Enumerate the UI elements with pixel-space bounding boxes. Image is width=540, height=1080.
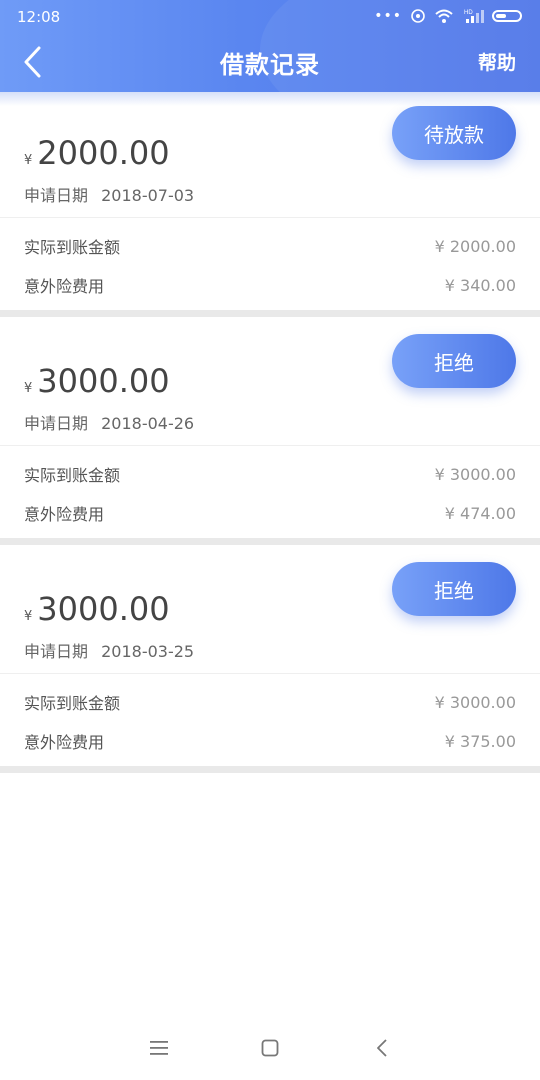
loan-record-card[interactable]: ¥ 3000.00 拒绝 申请日期 2018-03-25 实际到账金额 ¥ 30… (0, 562, 540, 790)
apply-date-row: 申请日期 2018-03-25 (24, 638, 194, 662)
loan-amount-row: ¥ 2000.00 (24, 134, 170, 172)
home-button[interactable] (250, 1032, 290, 1064)
loan-amount: 3000.00 (37, 362, 170, 400)
received-amount-value: ¥ 2000.00 (434, 236, 516, 256)
help-button[interactable]: 帮助 (478, 48, 516, 75)
insurance-fee-label: 意外险费用 (24, 733, 105, 752)
loan-amount: 2000.00 (37, 134, 170, 172)
card-separator (0, 766, 540, 773)
signal-icon: HD (462, 8, 484, 24)
insurance-fee-value: ¥ 375.00 (444, 731, 516, 751)
loan-record-card[interactable]: ¥ 2000.00 待放款 申请日期 2018-07-03 实际到账金额 ¥ 2… (0, 106, 540, 334)
battery-icon (492, 10, 522, 22)
home-square-icon (261, 1039, 279, 1057)
currency-symbol: ¥ (24, 153, 33, 168)
insurance-fee-row: 意外险费用 ¥ 474.00 (24, 501, 516, 525)
card-separator (0, 310, 540, 317)
loan-status-button[interactable]: 拒绝 (392, 334, 516, 388)
insurance-fee-label: 意外险费用 (24, 277, 105, 296)
nav-bar: 借款记录 帮助 (0, 34, 540, 92)
app-header: 12:08 ••• HD 借款记录 帮助 (0, 0, 540, 92)
insurance-fee-value: ¥ 340.00 (444, 275, 516, 295)
loan-amount-row: ¥ 3000.00 (24, 362, 170, 400)
apply-date-label: 申请日期 (24, 642, 89, 661)
status-bar: 12:08 ••• HD (0, 0, 540, 34)
loan-amount-row: ¥ 3000.00 (24, 590, 170, 628)
received-amount-value: ¥ 3000.00 (434, 464, 516, 484)
wifi-icon (434, 8, 454, 24)
system-nav-bar (0, 1020, 540, 1076)
card-divider (0, 217, 540, 218)
insurance-fee-value: ¥ 474.00 (444, 503, 516, 523)
header-shadow (0, 92, 540, 106)
received-amount-label: 实际到账金额 (24, 238, 121, 257)
dots-icon: ••• (374, 8, 402, 24)
card-divider (0, 445, 540, 446)
status-time: 12:08 (17, 8, 61, 26)
currency-symbol: ¥ (24, 381, 33, 396)
back-arrow-icon (377, 1039, 387, 1057)
loan-amount: 3000.00 (37, 590, 170, 628)
received-amount-row: 实际到账金额 ¥ 2000.00 (24, 234, 516, 258)
menu-icon (150, 1041, 168, 1055)
system-back-button[interactable] (362, 1032, 402, 1064)
card-separator (0, 538, 540, 545)
received-amount-label: 实际到账金额 (24, 694, 121, 713)
apply-date-value: 2018-04-26 (101, 414, 195, 433)
page-title: 借款记录 (220, 51, 320, 79)
insurance-fee-row: 意外险费用 ¥ 375.00 (24, 729, 516, 753)
apply-date-value: 2018-07-03 (101, 186, 195, 205)
apply-date-label: 申请日期 (24, 414, 89, 433)
currency-symbol: ¥ (24, 609, 33, 624)
received-amount-value: ¥ 3000.00 (434, 692, 516, 712)
apply-date-row: 申请日期 2018-04-26 (24, 410, 194, 434)
loan-status-button[interactable]: 拒绝 (392, 562, 516, 616)
received-amount-row: 实际到账金额 ¥ 3000.00 (24, 462, 516, 486)
apply-date-value: 2018-03-25 (101, 642, 195, 661)
insurance-fee-row: 意外险费用 ¥ 340.00 (24, 273, 516, 297)
loan-status-button[interactable]: 待放款 (392, 106, 516, 160)
loan-record-card[interactable]: ¥ 3000.00 拒绝 申请日期 2018-04-26 实际到账金额 ¥ 30… (0, 334, 540, 562)
hd-label: HD (464, 10, 473, 16)
menu-button[interactable] (139, 1032, 179, 1064)
apply-date-row: 申请日期 2018-07-03 (24, 182, 194, 206)
apply-date-label: 申请日期 (24, 186, 89, 205)
received-amount-row: 实际到账金额 ¥ 3000.00 (24, 690, 516, 714)
status-icons: ••• HD (374, 8, 522, 24)
alarm-icon (410, 8, 426, 24)
received-amount-label: 实际到账金额 (24, 466, 121, 485)
insurance-fee-label: 意外险费用 (24, 505, 105, 524)
card-divider (0, 673, 540, 674)
